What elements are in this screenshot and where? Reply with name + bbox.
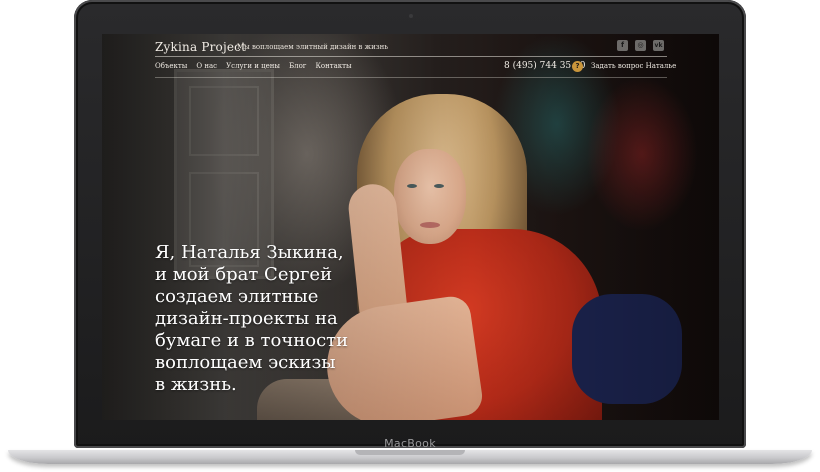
vk-icon[interactable]: vk — [653, 40, 664, 51]
nav-item-objects[interactable]: Объекты — [155, 62, 187, 70]
question-icon[interactable]: ? — [572, 61, 583, 72]
facebook-icon[interactable]: f — [617, 40, 628, 51]
nav-item-services[interactable]: Услуги и цены — [226, 62, 280, 70]
device-label: MacBook — [384, 437, 436, 450]
headline-line: дизайн-проекты на — [155, 308, 338, 329]
headline-line: Я, Наталья Зыкина, — [155, 242, 344, 263]
nav-divider — [155, 77, 667, 78]
headline-line: создаем элитные — [155, 286, 319, 307]
headline-line: в жизнь. — [155, 374, 237, 395]
site-logo[interactable]: Zykina Project — [155, 40, 246, 54]
screen: Zykina Project Мы воплощаем элитный диза… — [102, 34, 719, 420]
header-divider — [155, 56, 667, 57]
headline-line: и мой брат Сергей — [155, 264, 333, 285]
nav-item-about[interactable]: О нас — [196, 62, 217, 70]
site-header: Zykina Project Мы воплощаем элитный диза… — [102, 34, 719, 78]
main-nav: Объекты О нас Услуги и цены Блог Контакт… — [155, 62, 352, 70]
instagram-icon[interactable]: ◎ — [635, 40, 646, 51]
nav-item-contacts[interactable]: Контакты — [315, 62, 351, 70]
laptop-notch — [355, 450, 465, 455]
webcam — [409, 14, 413, 18]
nav-item-blog[interactable]: Блог — [289, 62, 306, 70]
headline-line: бумаге и в точности — [155, 330, 349, 351]
ask-question-link[interactable]: Задать вопрос Наталье — [591, 62, 676, 70]
site-tagline: Мы воплощаем элитный дизайн в жизнь — [237, 43, 389, 51]
hero-headline: Я, Наталья Зыкина, и мой брат Сергей соз… — [155, 242, 395, 396]
laptop-mockup: MacBook Zykina Project Мы воплощаем элит… — [0, 0, 820, 472]
headline-line: воплощаем эскизы — [155, 352, 336, 373]
